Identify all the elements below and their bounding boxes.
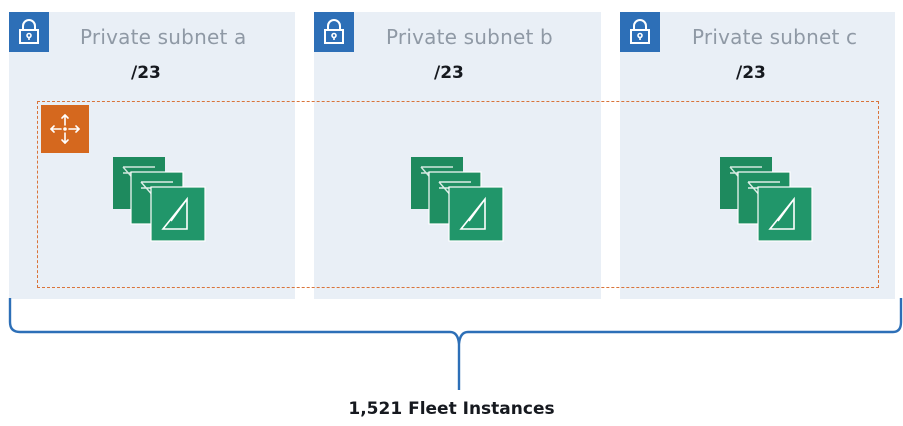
subnet-title: Private subnet c	[692, 25, 858, 49]
lock-icon	[314, 12, 354, 52]
subnet-title: Private subnet b	[386, 25, 553, 49]
lock-icon	[620, 12, 660, 52]
subnet-cidr: /23	[736, 63, 766, 83]
lock-icon	[9, 12, 49, 52]
ec2-instances-icon	[718, 155, 816, 243]
auto-scaling-icon	[41, 105, 89, 153]
ec2-instances-icon	[409, 155, 507, 243]
brace-connector	[0, 290, 903, 398]
subnet-cidr: /23	[131, 63, 161, 83]
fleet-instances-label: 1,521 Fleet Instances	[348, 399, 555, 419]
ec2-instances-icon	[111, 155, 209, 243]
subnet-cidr: /23	[434, 63, 464, 83]
subnet-title: Private subnet a	[80, 25, 247, 49]
